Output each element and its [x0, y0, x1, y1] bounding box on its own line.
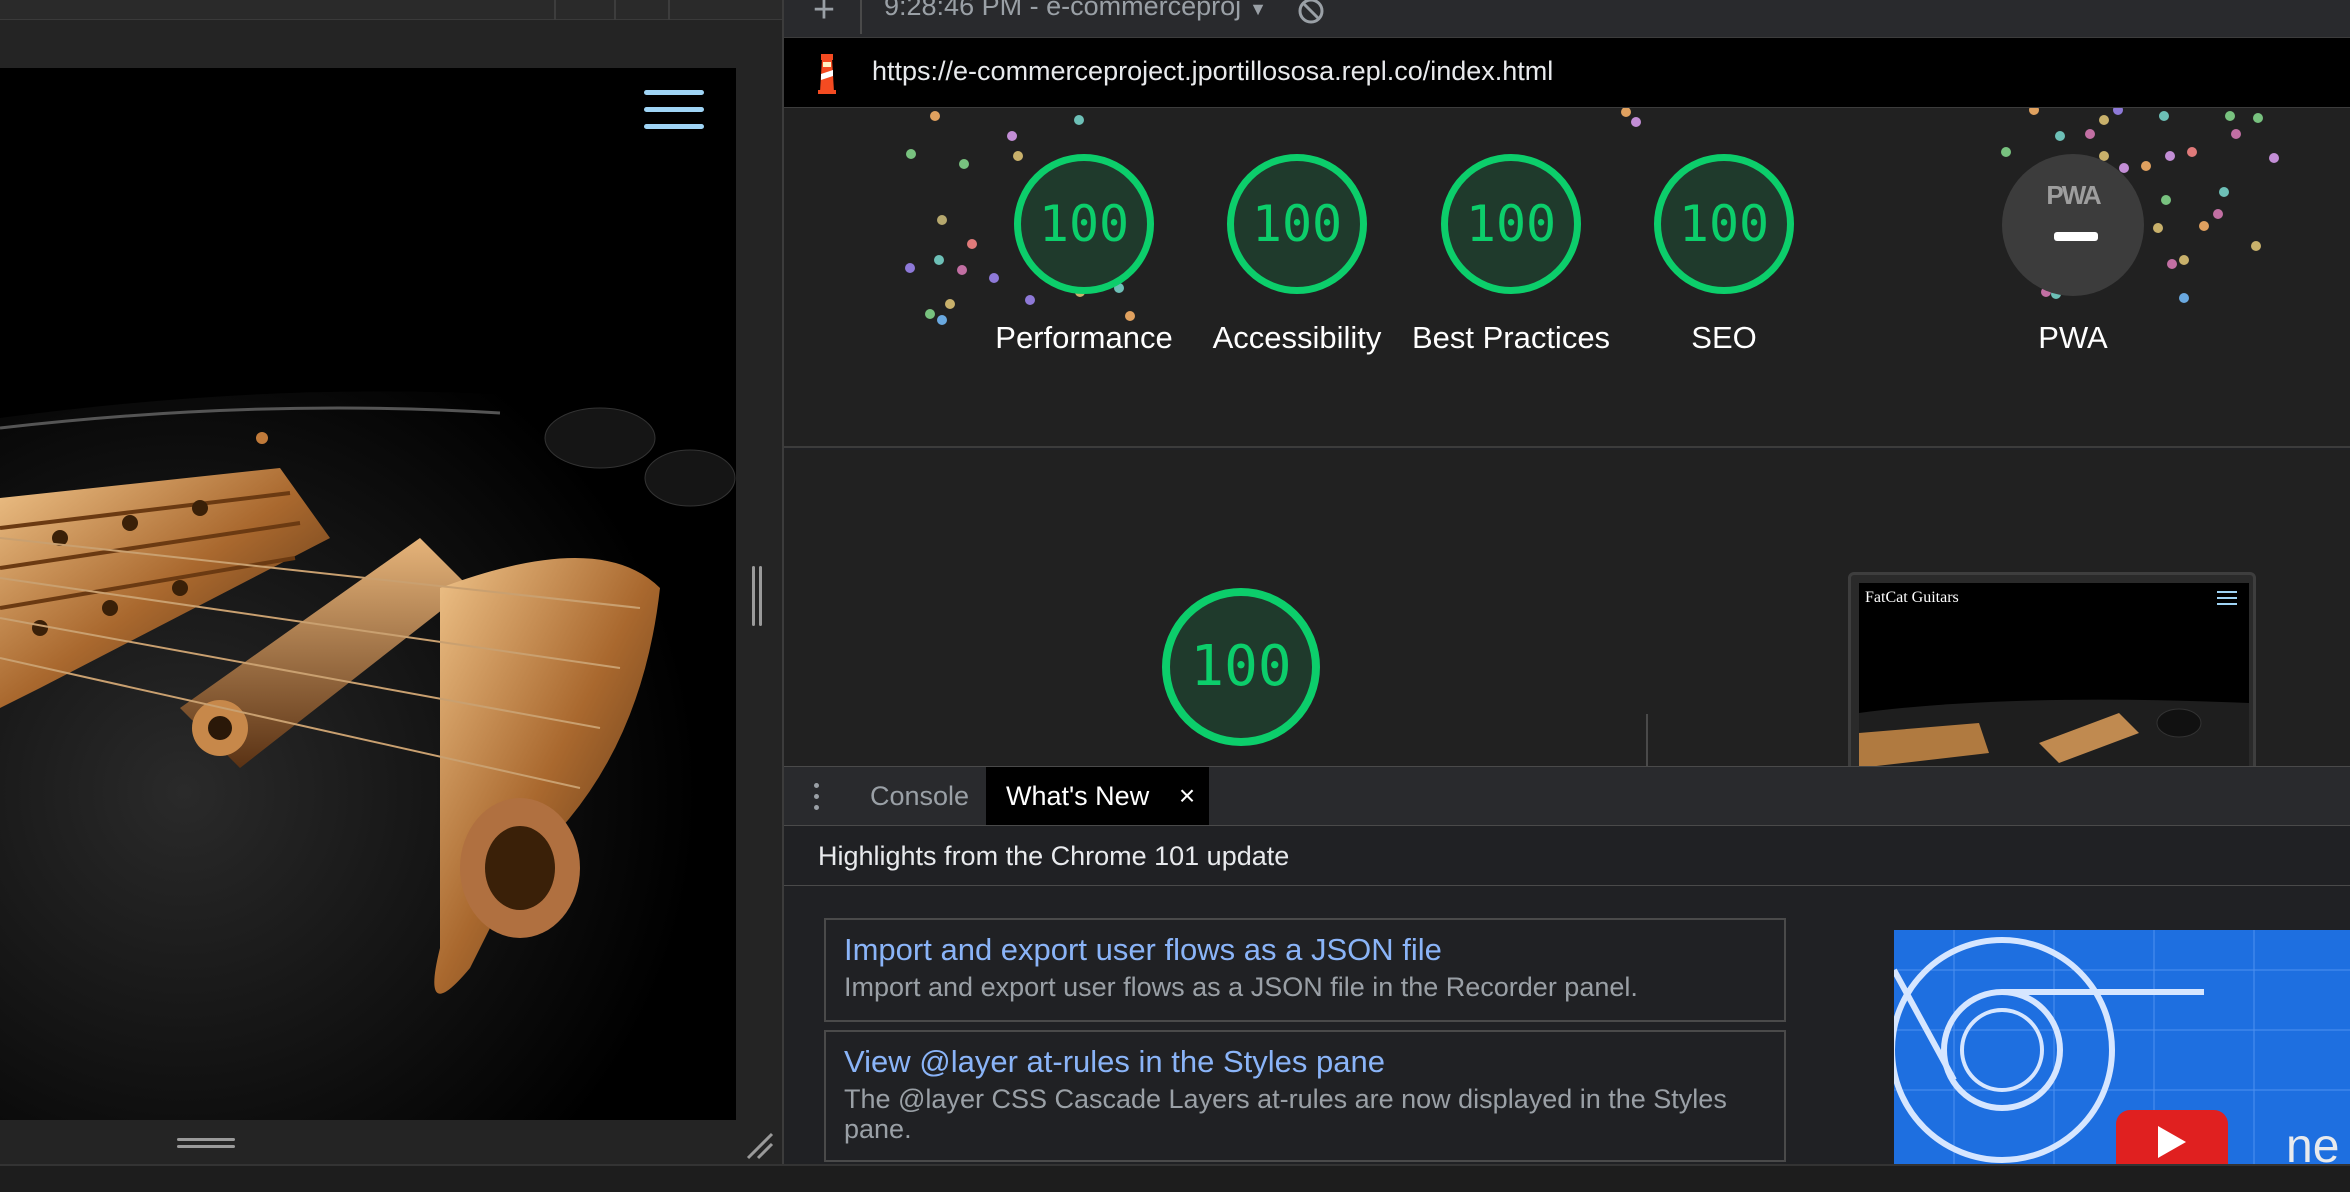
- thumbnail-hamburger-icon: [2217, 591, 2237, 607]
- pwa-label[interactable]: PWA: [1973, 316, 2173, 360]
- performance-score: 100: [1038, 195, 1130, 253]
- best-practices-score: 100: [1465, 195, 1557, 253]
- feature-card-json-export[interactable]: Import and export user flows as a JSON f…: [824, 918, 1786, 1022]
- performance-gauge[interactable]: 100: [1014, 154, 1154, 294]
- tab-whats-new[interactable]: What's New ×: [986, 767, 1210, 825]
- tab-console[interactable]: Console: [850, 767, 989, 825]
- performance-label[interactable]: Performance: [984, 316, 1184, 360]
- window-bottom-edge: [0, 1164, 2350, 1192]
- drawer-tab-bar: Console What's New ×: [784, 766, 2350, 826]
- report-selector[interactable]: 9:28:46 PM - e-commerceproj ▼: [884, 0, 1267, 22]
- guitar-hero-image: [0, 68, 736, 1120]
- report-url-bar: https://e-commerceproject.jportillososa.…: [784, 38, 2350, 108]
- chevron-down-icon: ▼: [1249, 0, 1267, 19]
- lighthouse-icon: [818, 54, 836, 94]
- report-url: https://e-commerceproject.jportillososa.…: [872, 56, 1554, 86]
- screen: + 9:28:46 PM - e-commerceproj ▼ https://e…: [0, 0, 2350, 1192]
- video-caption-text: ne: [2286, 1120, 2339, 1164]
- performance-section: 100 FatCat Guitars: [784, 450, 2350, 766]
- viewport-bottom-bar: [0, 1120, 782, 1164]
- hamburger-menu-icon[interactable]: [644, 90, 704, 134]
- divider: [1646, 714, 1648, 766]
- tab-whats-new-label: What's New: [1006, 781, 1150, 811]
- seo-gauge[interactable]: 100: [1654, 154, 1794, 294]
- pwa-dash-icon: [2054, 232, 2098, 241]
- final-screenshot-thumbnail[interactable]: FatCat Guitars: [1848, 572, 2256, 766]
- accessibility-gauge[interactable]: 100: [1227, 154, 1367, 294]
- resize-corner-icon[interactable]: [744, 1130, 774, 1160]
- close-icon[interactable]: ×: [1179, 767, 1195, 825]
- viewport-height-resize-handle[interactable]: [177, 1138, 235, 1150]
- whats-new-video-thumbnail[interactable]: ne: [1894, 930, 2350, 1164]
- feature-title-link[interactable]: View @layer at-rules in the Styles pane: [844, 1042, 1766, 1082]
- chrome-logo-video-art: ne: [1894, 930, 2350, 1164]
- thumbnail-site-title: FatCat Guitars: [1865, 589, 1959, 606]
- pwa-badge-text: PWA: [2046, 180, 2101, 210]
- performance-detail-score: 100: [1190, 634, 1292, 699]
- feature-title-link[interactable]: Import and export user flows as a JSON f…: [844, 930, 1766, 970]
- feature-card-layer-rules[interactable]: View @layer at-rules in the Styles pane …: [824, 1030, 1786, 1162]
- devtools-panel: + 9:28:46 PM - e-commerceproj ▼ https://e…: [782, 0, 2350, 1164]
- pwa-badge[interactable]: PWA: [2002, 154, 2144, 296]
- whats-new-heading: Highlights from the Chrome 101 update: [818, 841, 1290, 871]
- clear-icon[interactable]: [1296, 0, 1326, 26]
- thumbnail-guitar-image: [1859, 583, 2249, 766]
- viewport-header-strip: [0, 20, 782, 68]
- kebab-menu-icon[interactable]: [814, 783, 824, 813]
- new-report-button[interactable]: +: [804, 0, 844, 30]
- seo-label[interactable]: SEO: [1624, 316, 1824, 360]
- lighthouse-toolbar: + 9:28:46 PM - e-commerceproj ▼: [784, 0, 2350, 38]
- score-summary: 100 Performance 100 Accessibility 100 Be…: [784, 108, 2350, 448]
- feature-description: Import and export user flows as a JSON f…: [844, 972, 1638, 1002]
- accessibility-label[interactable]: Accessibility: [1197, 316, 1397, 360]
- best-practices-label[interactable]: Best Practices: [1411, 316, 1611, 360]
- performance-detail-gauge: 100: [1162, 588, 1320, 746]
- accessibility-score: 100: [1251, 195, 1343, 253]
- best-practices-gauge[interactable]: 100: [1441, 154, 1581, 294]
- viewport-width-resize-handle[interactable]: [752, 566, 766, 626]
- report-selector-label: 9:28:46 PM - e-commerceproj: [884, 0, 1242, 21]
- feature-description: The @layer CSS Cascade Layers at-rules a…: [844, 1084, 1727, 1144]
- whats-new-header: Highlights from the Chrome 101 update: [784, 826, 2350, 886]
- viewport-toolbar: [0, 0, 782, 20]
- site-preview[interactable]: [0, 68, 736, 1120]
- seo-score: 100: [1678, 195, 1770, 253]
